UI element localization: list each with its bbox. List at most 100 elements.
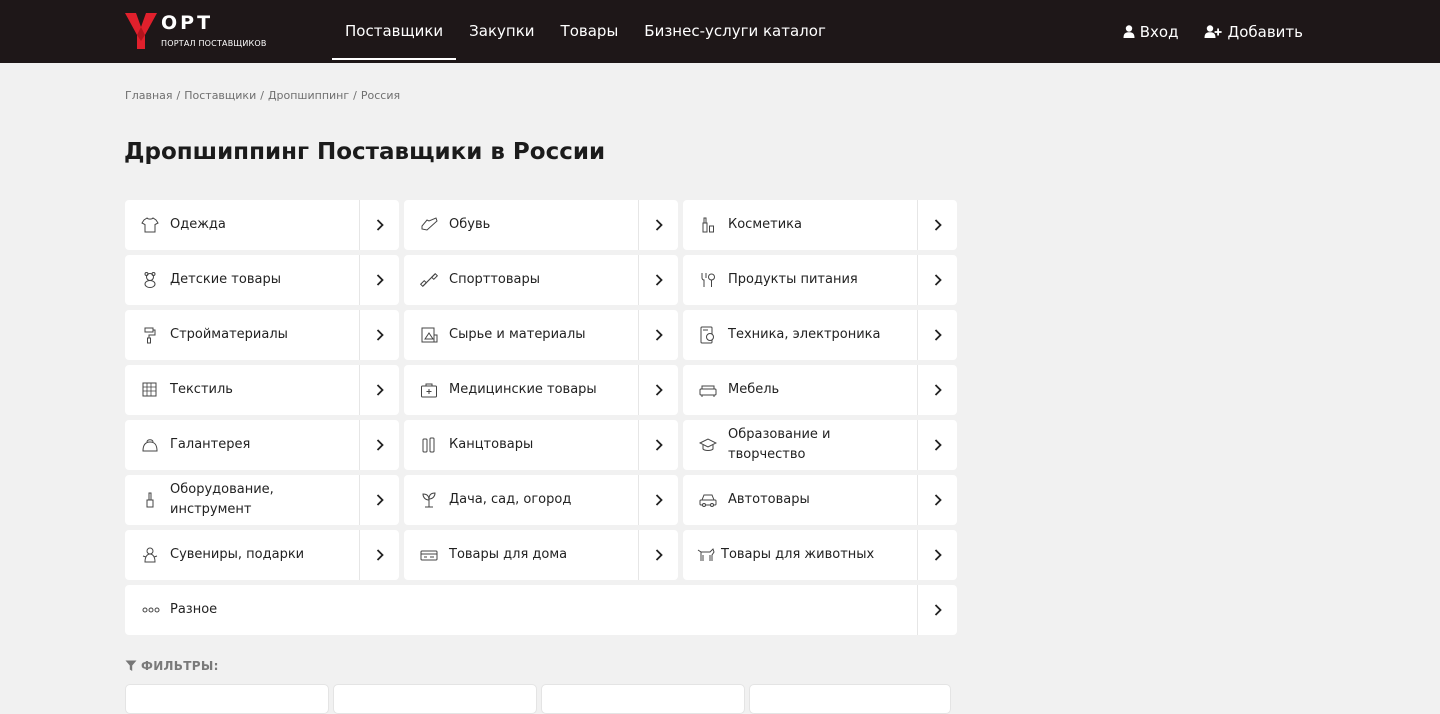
category-arrow[interactable] [359,200,399,250]
category-card[interactable]: Сырье и материалы [404,310,678,360]
category-arrow[interactable] [359,475,399,525]
category-label: Техника, электроника [728,327,881,342]
category-label: Текстиль [170,382,233,397]
category-label: Автотовары [728,492,810,507]
filter-select[interactable] [541,684,745,714]
textile-icon [142,382,157,397]
filters-heading: ФИЛЬТРЫ: [125,659,219,673]
category-arrow[interactable] [638,530,678,580]
chevron-right-icon [376,219,384,231]
breadcrumb: Главная / Поставщики / Дропшиппинг / Россия [125,89,401,102]
breadcrumb-item-dropshipping[interactable]: Дропшиппинг [268,89,349,102]
category-card[interactable]: Техника, электроника [683,310,957,360]
nav-business-services[interactable]: Бизнес-услуги каталог [631,0,839,60]
site-logo[interactable]: OPT ПОРТАЛ ПОСТАВЩИКОВ [124,11,284,53]
purse-icon [142,439,158,452]
category-card[interactable]: Товары для дома [404,530,678,580]
food-icon [701,273,715,287]
category-card[interactable]: Мебель [683,365,957,415]
category-arrow[interactable] [917,420,957,470]
graduation-cap-icon [699,438,717,451]
category-card[interactable]: Образование и творчество [683,420,957,470]
category-arrow[interactable] [359,420,399,470]
user-plus-icon [1204,25,1223,38]
category-arrow[interactable] [917,585,957,635]
filter-select[interactable] [333,684,537,714]
category-arrow[interactable] [638,475,678,525]
category-arrow[interactable] [917,475,957,525]
category-arrow[interactable] [359,310,399,360]
category-card[interactable]: Продукты питания [683,255,957,305]
category-card[interactable]: Детские товары [125,255,399,305]
filter-select[interactable] [125,684,329,714]
category-arrow[interactable] [638,200,678,250]
add-link[interactable]: Добавить [1204,23,1303,41]
category-arrow[interactable] [638,310,678,360]
auth-links: Вход Добавить [1123,0,1303,63]
logo-y-icon [125,13,157,49]
breadcrumb-item-russia: Россия [360,89,401,102]
category-arrow[interactable] [638,420,678,470]
category-card[interactable]: Спорттовары [404,255,678,305]
category-arrow[interactable] [638,255,678,305]
appliance-icon [700,326,714,344]
login-label: Вход [1139,22,1179,41]
nav-purchases[interactable]: Закупки [456,0,547,60]
category-card[interactable]: Дача, сад, огород [404,475,678,525]
category-card[interactable]: Галантерея [125,420,399,470]
category-label: Товары для дома [449,547,568,562]
category-card[interactable]: Текстиль [125,365,399,415]
category-label: Образование и творчество [728,427,831,462]
category-card[interactable]: Обувь [404,200,678,250]
category-card[interactable]: Канцтовары [404,420,678,470]
category-arrow[interactable] [359,365,399,415]
category-arrow[interactable] [638,365,678,415]
chevron-right-icon [934,384,942,396]
category-card[interactable]: Товары для животных [683,530,957,580]
category-card[interactable]: Косметика [683,200,957,250]
category-card[interactable]: Автотовары [683,475,957,525]
category-arrow[interactable] [917,310,957,360]
category-arrow[interactable] [359,255,399,305]
user-icon [1123,25,1135,38]
pet-icon [697,548,715,561]
shoe-icon [421,217,438,231]
chevron-right-icon [934,219,942,231]
breadcrumb-item-suppliers[interactable]: Поставщики [184,89,256,102]
filter-icon [125,660,137,671]
category-label: Продукты питания [728,272,858,287]
category-label: Спорттовары [449,272,541,287]
chevron-right-icon [934,439,942,451]
chevron-right-icon [655,219,663,231]
nav-suppliers[interactable]: Поставщики [332,0,457,60]
category-label: Детские товары [170,272,281,287]
medkit-icon [421,383,437,398]
category-arrow[interactable] [917,530,957,580]
category-arrow[interactable] [917,255,957,305]
filter-select[interactable] [749,684,951,714]
category-card[interactable]: Сувениры, подарки [125,530,399,580]
chevron-right-icon [376,549,384,561]
nav-products[interactable]: Товары [548,0,632,60]
category-label: Дача, сад, огород [449,492,572,507]
category-card[interactable]: Оборудование, инструмент [125,475,399,525]
chevron-right-icon [934,494,942,506]
raw-materials-icon [421,327,438,343]
category-card[interactable]: Стройматериалы [125,310,399,360]
login-link[interactable]: Вход [1123,22,1179,41]
teddy-bear-icon [144,272,156,288]
sofa-icon [699,385,717,397]
category-card[interactable]: Разное [125,585,957,635]
filters-label: ФИЛЬТРЫ: [141,659,219,673]
category-label: Сырье и материалы [449,327,586,342]
category-card[interactable]: Одежда [125,200,399,250]
breadcrumb-item-home[interactable]: Главная [125,89,173,102]
dots-icon [142,607,160,613]
category-arrow[interactable] [917,200,957,250]
category-arrow[interactable] [359,530,399,580]
category-card[interactable]: Медицинские товары [404,365,678,415]
chevron-right-icon [376,494,384,506]
chevron-right-icon [376,274,384,286]
page-title: Дропшиппинг Поставщики в России [124,139,606,165]
category-arrow[interactable] [917,365,957,415]
